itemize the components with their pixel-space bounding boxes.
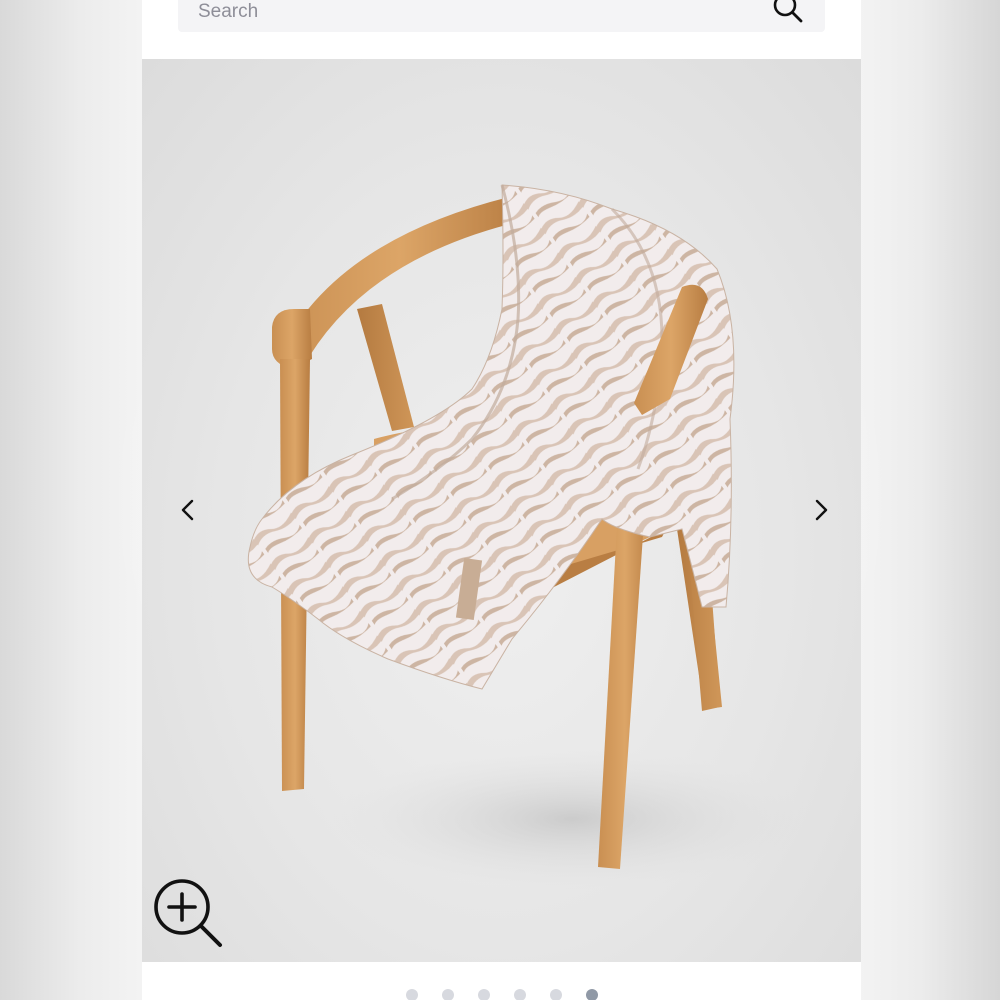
- pagination-dot[interactable]: [406, 989, 418, 1000]
- image-pagination-dots: [142, 962, 861, 1000]
- search-bar[interactable]: [178, 0, 825, 32]
- pagination-dot[interactable]: [514, 989, 526, 1000]
- product-photo-blanket-on-chair: [247, 184, 812, 889]
- product-image-gallery[interactable]: [142, 59, 861, 962]
- next-image-button[interactable]: [807, 496, 835, 524]
- mobile-page: [142, 0, 861, 1000]
- zoom-in-icon[interactable]: [152, 877, 226, 951]
- pagination-dot[interactable]: [586, 989, 598, 1000]
- chevron-right-icon: [815, 499, 828, 521]
- pagination-dot[interactable]: [442, 989, 454, 1000]
- pagination-dot[interactable]: [478, 989, 490, 1000]
- search-icon[interactable]: [771, 0, 805, 26]
- search-input[interactable]: [198, 0, 771, 27]
- previous-image-button[interactable]: [174, 496, 202, 524]
- pagination-dot[interactable]: [550, 989, 562, 1000]
- chevron-left-icon: [181, 499, 194, 521]
